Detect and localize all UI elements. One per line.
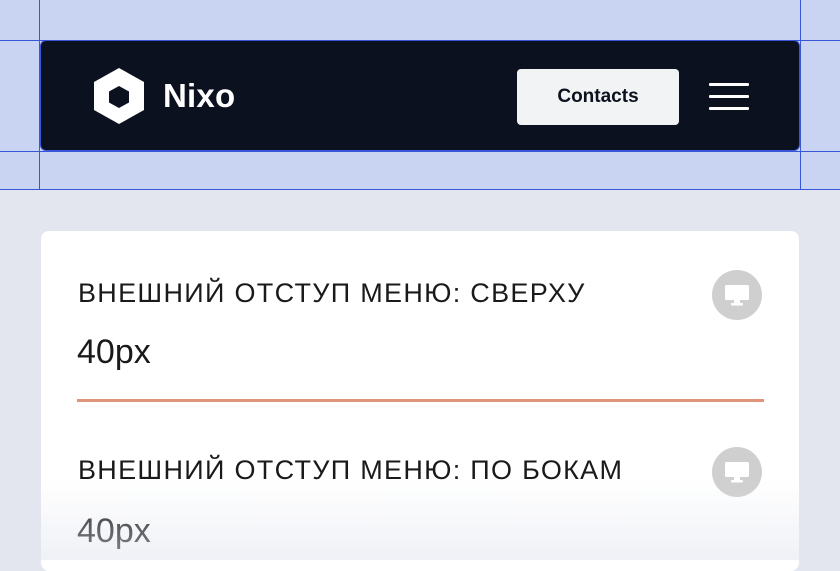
hamburger-menu-icon[interactable] bbox=[709, 83, 749, 111]
menu-bar bbox=[709, 107, 749, 110]
menu-bar bbox=[709, 83, 749, 86]
field-label-top-margin: ВНЕШНИЙ ОТСТУП МЕНЮ: СВЕРХУ bbox=[78, 278, 586, 308]
top-margin-value-input[interactable]: 40px bbox=[77, 333, 151, 372]
menu-bar bbox=[709, 95, 749, 98]
brand-name[interactable]: Nixo bbox=[163, 77, 235, 115]
field-underline-active bbox=[77, 399, 764, 402]
hexagon-logo-icon[interactable] bbox=[91, 66, 147, 126]
navbar-preview: Nixo Contacts bbox=[40, 40, 800, 151]
side-margin-value-input[interactable]: 40px bbox=[77, 512, 151, 551]
contacts-button[interactable]: Contacts bbox=[517, 69, 679, 125]
desktop-monitor-icon[interactable] bbox=[712, 447, 762, 497]
settings-panel: ВНЕШНИЙ ОТСТУП МЕНЮ: СВЕРХУ 40px ВНЕШНИЙ… bbox=[41, 231, 799, 571]
guide-line-right bbox=[800, 0, 801, 190]
field-label-side-margin: ВНЕШНИЙ ОТСТУП МЕНЮ: ПО БОКАМ bbox=[78, 455, 624, 485]
desktop-monitor-icon[interactable] bbox=[712, 270, 762, 320]
guide-line-lower bbox=[0, 189, 840, 190]
guide-line-bottom bbox=[0, 151, 840, 152]
